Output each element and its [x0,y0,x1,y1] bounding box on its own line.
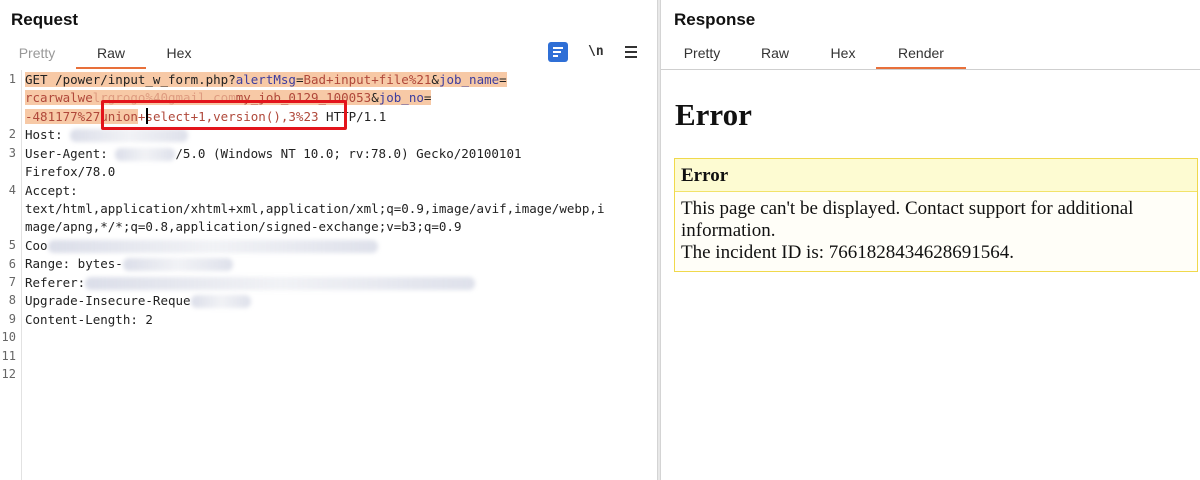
request-method-path: GET /power/input_w_form.php? [25,72,236,87]
wrap-lines-icon[interactable] [548,42,568,62]
redaction-blur [122,258,233,271]
request-line-accept-cont: text/html,application/xhtml+xml,applicat… [25,201,605,216]
response-title: Response [674,10,756,29]
request-line-cookie: Coo [25,237,378,255]
line-number: 6 [8,257,16,271]
request-line-upgrade: Upgrade-Insecure-Reque [25,292,251,310]
header-cookie: Coo [25,238,48,253]
line-number: 3 [8,146,16,160]
param-sep: & [371,90,379,105]
param-value: rcarwalwe [25,90,93,105]
param-eq: = [499,72,507,87]
header-value: /5.0 (Windows NT 10.0; rv:78.0) Gecko/20… [175,146,522,161]
error-box-body: This page can't be displayed. Contact su… [675,192,1197,264]
header-user-agent: User-Agent: [25,146,116,161]
line-number: 5 [8,238,16,252]
error-box-title: Error [675,159,1197,192]
tab-render[interactable]: Render [876,38,966,69]
param-name: job_no [378,90,424,105]
request-line-range: Range: bytes- [25,255,233,273]
line-number: 8 [8,293,16,307]
request-line-user-agent: User-Agent: /5.0 (Windows NT 10.0; rv:78… [25,145,522,163]
request-line-accept: Accept: [25,183,78,198]
line-number: 4 [8,183,16,197]
request-line-referer: Referer: [25,274,476,292]
redaction-blur [115,148,176,161]
request-pane: Request Pretty Raw Hex \n 1 2 3 4 5 6 7 … [0,0,657,480]
error-heading: Error [675,97,752,132]
request-line-1: GET /power/input_w_form.php?alertMsg = Bad… [25,71,507,89]
header-referer: Referer: [25,275,86,290]
line-number: 11 [1,349,16,363]
line-number: 2 [8,127,16,141]
error-message: This page can't be displayed. Contact su… [681,198,1134,219]
request-editor[interactable]: 1 2 3 4 5 6 7 8 9 10 11 12 GET /power/in… [0,70,657,480]
tab-raw[interactable]: Raw [747,38,803,69]
error-box: Error This page can't be displayed. Cont… [674,158,1198,272]
menu-icon[interactable] [622,42,642,62]
line-number: 12 [1,367,16,381]
header-upgrade-insecure: Upgrade-Insecure-Reque [25,293,191,308]
newline-icon[interactable]: \n [588,42,608,62]
tab-pretty[interactable]: Pretty [671,38,733,69]
param-name: job_name [438,72,500,87]
param-value: Bad+input+file%21 [303,72,432,87]
param-name: alertMsg [235,72,296,87]
request-line-user-agent-cont: Firefox/78.0 [25,164,116,179]
header-range: Range: bytes- [25,256,123,271]
annotation-highlight-box [101,100,347,130]
line-number: 7 [8,275,16,289]
param-sep: & [431,72,439,87]
line-number: 10 [1,330,16,344]
error-message: information. [681,220,776,241]
tab-hex[interactable]: Hex [816,38,870,69]
tab-raw[interactable]: Raw [76,38,146,69]
request-line-accept-cont: mage/apng,*/*;q=0.8,application/signed-e… [25,219,462,234]
text-cursor [146,108,148,124]
header-host: Host: [25,127,71,142]
param-eq: = [423,90,432,105]
line-number-gutter: 1 2 3 4 5 6 7 8 9 10 11 12 [0,70,22,480]
line-number: 1 [8,72,16,86]
rendered-response: Error Error This page can't be displayed… [661,70,1200,480]
redaction-blur [70,129,189,142]
request-title: Request [11,10,79,29]
redaction-blur [190,295,251,308]
redaction-blur [47,240,378,253]
incident-id: The incident ID is: 7661828434628691564. [681,242,1014,263]
request-line-content-length: Content-Length: 2 [25,312,153,327]
line-number: 9 [8,312,16,326]
redaction-blur [85,277,476,290]
response-pane: Response Pretty Raw Hex Render Error Err… [661,0,1200,480]
tab-pretty[interactable]: Pretty [6,38,68,69]
tab-hex[interactable]: Hex [150,38,208,69]
